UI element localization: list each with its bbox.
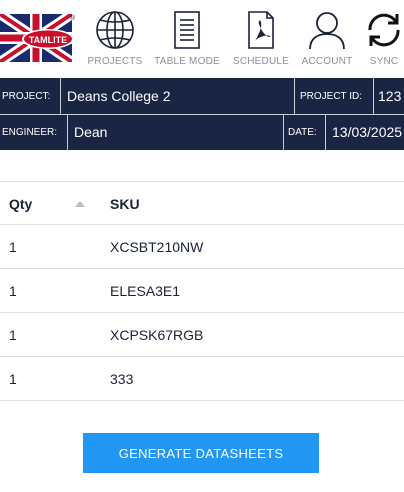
qty-column-header[interactable]: Qty — [9, 182, 32, 226]
document-icon — [167, 10, 207, 50]
sku-cell: 333 — [110, 371, 134, 387]
user-icon — [307, 10, 347, 50]
project-label: PROJECT: — [2, 90, 51, 102]
nav-account-button[interactable]: ACCOUNT — [300, 10, 354, 74]
pdf-icon — [241, 10, 281, 50]
nav-sync-label: SYNC — [369, 56, 399, 67]
sort-ascending-icon[interactable] — [75, 201, 85, 207]
nav-projects-label: PROJECTS — [87, 56, 143, 67]
sync-icon — [364, 10, 404, 50]
nav-table-mode-label: TABLE MODE — [154, 56, 220, 67]
nav-schedule-button[interactable]: SCHEDULE — [232, 10, 290, 74]
info-divider — [67, 114, 68, 150]
sku-column-header[interactable]: SKU — [110, 182, 140, 226]
globe-icon — [95, 10, 135, 50]
nav-projects-button[interactable]: PROJECTS — [87, 10, 143, 74]
engineer-label: ENGINEER: — [2, 126, 58, 138]
table-header: Qty SKU — [0, 181, 404, 225]
tamlite-logo: TAMLITE ® — [0, 12, 76, 64]
sku-table: Qty SKU 1 XCSBT210NW 1 ELESA3E1 1 XCPSK6… — [0, 181, 404, 401]
date-value: 13/03/2025 — [332, 124, 403, 140]
info-divider — [283, 114, 284, 150]
project-id-value: 123 — [378, 88, 402, 104]
nav-table-mode-button[interactable]: TABLE MODE — [154, 10, 220, 74]
info-divider — [373, 78, 374, 114]
nav-account-label: ACCOUNT — [301, 56, 353, 67]
sku-cell: XCSBT210NW — [110, 239, 204, 255]
project-value: Deans College 2 — [67, 88, 171, 104]
project-info-bar: PROJECT: Deans College 2 PROJECT ID: 123… — [0, 78, 404, 150]
table-row[interactable]: 1 XCPSK67RGB — [0, 313, 404, 357]
qty-cell: 1 — [9, 371, 17, 387]
table-row[interactable]: 1 XCSBT210NW — [0, 225, 404, 269]
table-row[interactable]: 1 333 — [0, 357, 404, 401]
registered-mark: ® — [70, 14, 76, 22]
generate-datasheets-button[interactable]: GENERATE DATASHEETS — [83, 433, 319, 473]
info-divider — [294, 78, 295, 114]
project-id-label: PROJECT ID: — [300, 90, 363, 102]
engineer-value: Dean — [74, 124, 108, 140]
info-divider — [0, 114, 404, 115]
top-toolbar: TAMLITE ® PROJECTS TABLE MODE SCHEDULE A… — [0, 0, 404, 78]
nav-schedule-label: SCHEDULE — [232, 56, 290, 67]
date-label: DATE: — [288, 126, 317, 138]
info-divider — [60, 78, 61, 114]
qty-cell: 1 — [9, 327, 17, 343]
sku-cell: XCPSK67RGB — [110, 327, 204, 343]
sku-cell: ELESA3E1 — [110, 283, 181, 299]
nav-sync-button[interactable]: SYNC — [364, 10, 404, 74]
table-row[interactable]: 1 ELESA3E1 — [0, 269, 404, 313]
qty-cell: 1 — [9, 239, 17, 255]
info-divider — [325, 114, 326, 150]
logo-text: TAMLITE — [29, 35, 67, 45]
qty-cell: 1 — [9, 283, 17, 299]
